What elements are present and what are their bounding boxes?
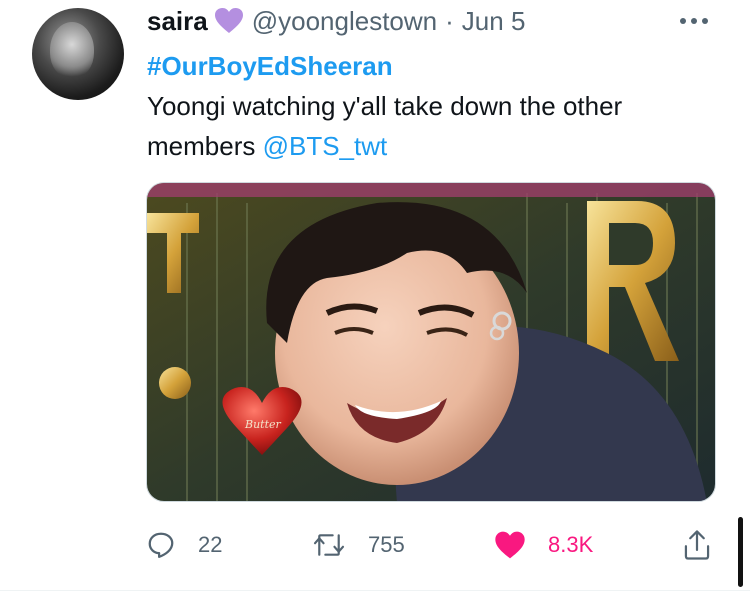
reply-count: 22 (198, 532, 223, 557)
author-handle[interactable]: @yoonglestown (252, 6, 437, 37)
tweet-body: #OurBoyEdSheeran Yoongi watching y'all t… (147, 46, 717, 166)
retweet-icon (313, 534, 345, 556)
like-button[interactable]: 8.3K (494, 527, 593, 563)
header-separator: · (445, 5, 454, 36)
tweet-date[interactable]: Jun 5 (462, 6, 526, 37)
heart-balloon-text: Butter (244, 418, 282, 431)
hashtag-link[interactable]: #OurBoyEdSheeran (147, 46, 717, 86)
like-count: 8.3K (548, 532, 594, 557)
retweet-button[interactable]: 755 (312, 527, 405, 563)
like-heart-icon (495, 531, 525, 559)
more-icon[interactable] (680, 12, 716, 30)
tweet-header: saira @yoonglestown · Jun 5 (147, 5, 525, 37)
mention-link[interactable]: @BTS_twt (263, 131, 388, 161)
author-avatar[interactable] (32, 8, 124, 100)
tweet-actions: 22 755 8.3K (0, 527, 750, 563)
share-icon (684, 530, 710, 560)
tweet-divider (0, 590, 750, 591)
tweet-media-image[interactable]: Butter (146, 182, 716, 502)
scrollbar-thumb[interactable] (738, 517, 743, 587)
author-display-name[interactable]: saira (147, 6, 208, 37)
share-button[interactable] (682, 527, 712, 563)
reply-icon (148, 532, 174, 558)
retweet-count: 755 (368, 532, 405, 557)
purple-heart-icon (214, 7, 244, 35)
reply-button[interactable]: 22 (146, 527, 222, 563)
